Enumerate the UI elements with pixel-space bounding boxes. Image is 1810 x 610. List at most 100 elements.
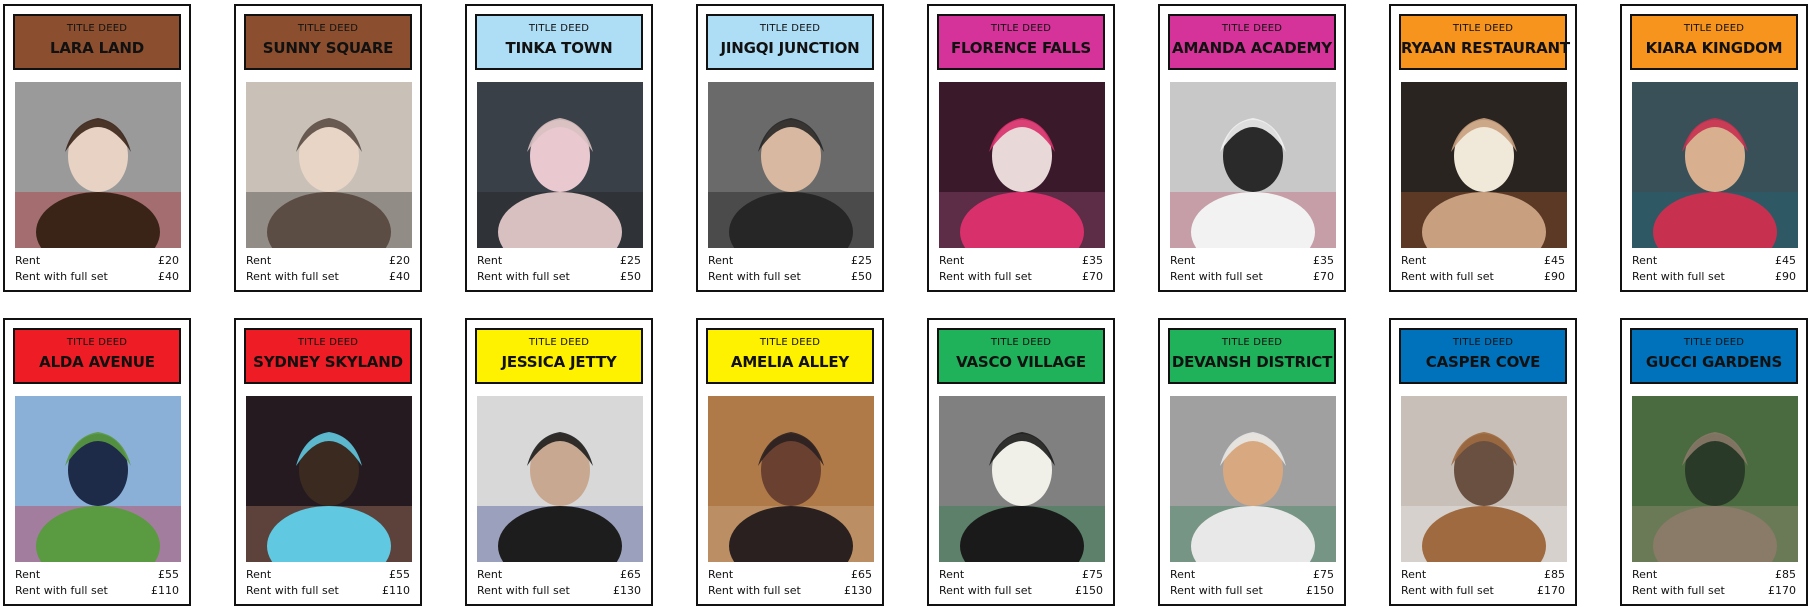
property-name: FLORENCE FALLS (950, 39, 1092, 57)
rent-value: £35 (1082, 254, 1103, 267)
rent-row: Rent £85 (1401, 568, 1565, 582)
rent-label: Rent (15, 568, 41, 581)
rent-row: Rent £85 (1632, 568, 1796, 582)
card-header: TITLE DEED JINGQI JUNCTION (706, 14, 874, 70)
card-header: TITLE DEED VASCO VILLAGE (937, 328, 1105, 384)
rent-value: £25 (851, 254, 872, 267)
title-deed-card[interactable]: TITLE DEED SUNNY SQUARE Rent £20 Rent wi… (234, 4, 422, 292)
property-name: AMANDA ACADEMY (1172, 39, 1332, 57)
card-header: TITLE DEED SYDNEY SKYLAND (244, 328, 412, 384)
full-set-rent-row: Rent with full set £70 (939, 270, 1103, 284)
title-deed-card[interactable]: TITLE DEED RYAAN RESTAURANT Rent £45 Ren… (1389, 4, 1577, 292)
full-set-label: Rent with full set (477, 270, 570, 283)
property-photo (1170, 82, 1336, 248)
rent-value: £85 (1775, 568, 1796, 581)
property-photo (1401, 396, 1567, 562)
rent-value: £65 (620, 568, 641, 581)
property-name: SUNNY SQUARE (262, 39, 394, 57)
full-set-rent-row: Rent with full set £150 (1170, 584, 1334, 598)
rent-label: Rent (1632, 254, 1658, 267)
title-deed-card[interactable]: TITLE DEED AMANDA ACADEMY Rent £35 Rent … (1158, 4, 1346, 292)
property-name: KIARA KINGDOM (1645, 39, 1783, 57)
property-name: SYDNEY SKYLAND (253, 353, 403, 371)
property-name: ALDA AVENUE (39, 353, 155, 371)
card-header: TITLE DEED KIARA KINGDOM (1630, 14, 1798, 70)
full-set-rent-row: Rent with full set £130 (477, 584, 641, 598)
rent-row: Rent £45 (1401, 254, 1565, 268)
rent-row: Rent £55 (15, 568, 179, 582)
rent-row: Rent £75 (939, 568, 1103, 582)
full-set-label: Rent with full set (939, 270, 1032, 283)
full-set-rent-row: Rent with full set £40 (15, 270, 179, 284)
property-photo (1170, 396, 1336, 562)
title-deed-card[interactable]: TITLE DEED TINKA TOWN Rent £25 Rent with… (465, 4, 653, 292)
card-header: TITLE DEED RYAAN RESTAURANT (1399, 14, 1570, 70)
rent-row: Rent £35 (939, 254, 1103, 268)
property-name: CASPER COVE (1425, 353, 1541, 371)
full-set-rent-row: Rent with full set £110 (246, 584, 410, 598)
rent-label: Rent (15, 254, 41, 267)
full-set-label: Rent with full set (477, 584, 570, 597)
rent-label: Rent (477, 568, 503, 581)
rent-value: £45 (1544, 254, 1565, 267)
title-deed-label: TITLE DEED (1221, 337, 1283, 348)
property-photo (477, 396, 643, 562)
property-photo (708, 82, 874, 248)
property-name: RYAAN RESTAURANT (1401, 39, 1570, 57)
rent-value: £75 (1082, 568, 1103, 581)
full-set-value: £90 (1775, 270, 1796, 283)
card-header: TITLE DEED GUCCI GARDENS (1630, 328, 1798, 384)
title-deed-card[interactable]: TITLE DEED JESSICA JETTY Rent £65 Rent w… (465, 318, 653, 606)
full-set-label: Rent with full set (1401, 270, 1494, 283)
title-deed-card[interactable]: TITLE DEED CASPER COVE Rent £85 Rent wit… (1389, 318, 1577, 606)
card-header: TITLE DEED LARA LAND (13, 14, 181, 70)
full-set-rent-row: Rent with full set £50 (477, 270, 641, 284)
rent-label: Rent (246, 254, 272, 267)
property-photo (246, 396, 412, 562)
title-deed-card[interactable]: TITLE DEED KIARA KINGDOM Rent £45 Rent w… (1620, 4, 1808, 292)
property-name: TINKA TOWN (505, 39, 613, 57)
full-set-value: £110 (151, 584, 179, 597)
title-deed-card[interactable]: TITLE DEED ALDA AVENUE Rent £55 Rent wit… (3, 318, 191, 606)
title-deed-label: TITLE DEED (759, 23, 821, 34)
title-deed-label: TITLE DEED (990, 23, 1052, 34)
title-deed-card[interactable]: TITLE DEED LARA LAND Rent £20 Rent with … (3, 4, 191, 292)
property-photo (246, 82, 412, 248)
rent-row: Rent £20 (246, 254, 410, 268)
full-set-rent-row: Rent with full set £90 (1401, 270, 1565, 284)
rent-label: Rent (939, 254, 965, 267)
title-deed-label: TITLE DEED (297, 337, 359, 348)
full-set-label: Rent with full set (15, 584, 108, 597)
title-deed-label: TITLE DEED (1683, 337, 1745, 348)
property-photo (708, 396, 874, 562)
full-set-rent-row: Rent with full set £170 (1401, 584, 1565, 598)
title-deed-card[interactable]: TITLE DEED VASCO VILLAGE Rent £75 Rent w… (927, 318, 1115, 606)
property-photo (15, 82, 181, 248)
rent-row: Rent £35 (1170, 254, 1334, 268)
title-deed-card[interactable]: TITLE DEED AMELIA ALLEY Rent £65 Rent wi… (696, 318, 884, 606)
title-deed-card[interactable]: TITLE DEED JINGQI JUNCTION Rent £25 Rent… (696, 4, 884, 292)
title-deed-label: TITLE DEED (990, 337, 1052, 348)
property-name: LARA LAND (50, 39, 144, 57)
property-name: GUCCI GARDENS (1645, 353, 1783, 371)
title-deed-card[interactable]: TITLE DEED FLORENCE FALLS Rent £35 Rent … (927, 4, 1115, 292)
rent-value: £65 (851, 568, 872, 581)
rent-value: £35 (1313, 254, 1334, 267)
rent-row: Rent £25 (708, 254, 872, 268)
rent-label: Rent (1401, 568, 1427, 581)
rent-value: £55 (389, 568, 410, 581)
title-deed-card[interactable]: TITLE DEED DEVANSH DISTRICT Rent £75 Ren… (1158, 318, 1346, 606)
title-deed-card[interactable]: TITLE DEED SYDNEY SKYLAND Rent £55 Rent … (234, 318, 422, 606)
full-set-value: £150 (1306, 584, 1334, 597)
rent-label: Rent (1401, 254, 1427, 267)
full-set-rent-row: Rent with full set £170 (1632, 584, 1796, 598)
title-deed-label: TITLE DEED (1452, 23, 1514, 34)
title-deed-card[interactable]: TITLE DEED GUCCI GARDENS Rent £85 Rent w… (1620, 318, 1808, 606)
full-set-label: Rent with full set (1401, 584, 1494, 597)
full-set-rent-row: Rent with full set £130 (708, 584, 872, 598)
property-name: VASCO VILLAGE (956, 353, 1086, 371)
full-set-value: £150 (1075, 584, 1103, 597)
rent-value: £75 (1313, 568, 1334, 581)
rent-label: Rent (1170, 568, 1196, 581)
rent-value: £20 (158, 254, 179, 267)
